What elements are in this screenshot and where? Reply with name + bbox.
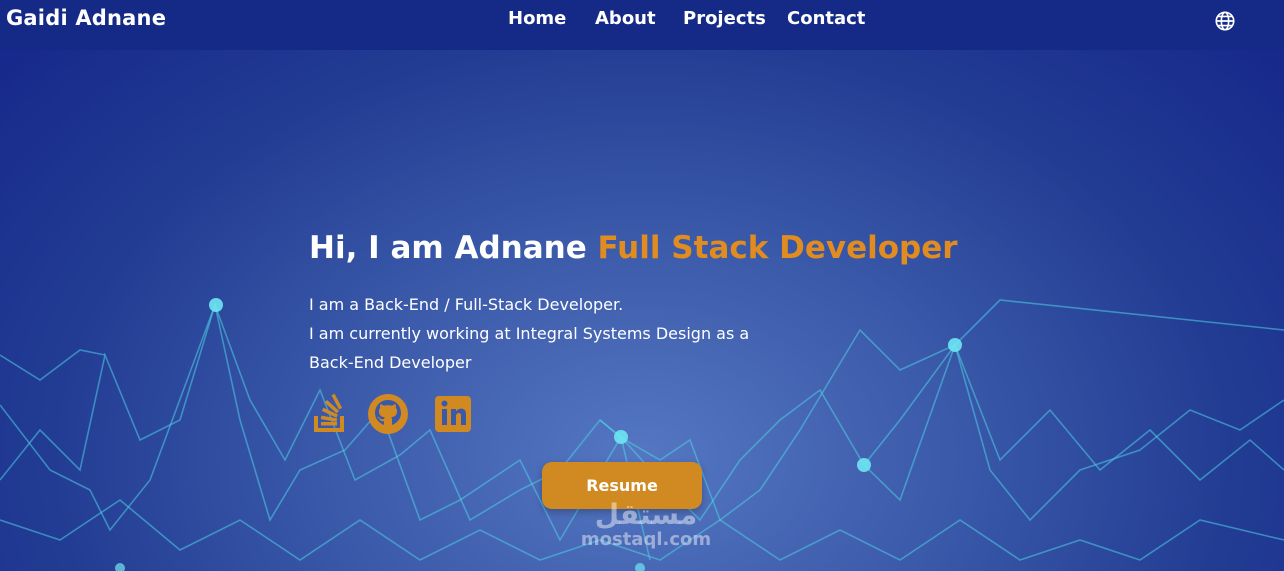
watermark-arabic: مستقل [594, 498, 698, 531]
nav-link-projects[interactable]: Projects [683, 8, 766, 29]
github-icon[interactable] [367, 392, 409, 436]
mostaql-watermark: مستقل mostaql.com [566, 500, 726, 550]
hero-line-1: I am a Back-End / Full-Stack Developer. [309, 295, 624, 314]
hero-description: I am a Back-End / Full-Stack Developer. … [309, 290, 749, 377]
navbar: Gaidi Adnane Home About Projects Contact [0, 0, 1284, 50]
hero-title: Hi, I am Adnane Full Stack Developer [309, 230, 958, 266]
globe-icon[interactable] [1214, 10, 1236, 32]
hero-line-3: Back-End Developer [309, 353, 472, 372]
nav-link-about[interactable]: About [595, 8, 656, 29]
hero-line-2: I am currently working at Integral Syste… [309, 324, 750, 343]
linkedin-icon[interactable] [433, 392, 475, 436]
nav-link-home[interactable]: Home [508, 8, 566, 29]
hero-role: Full Stack Developer [597, 230, 958, 266]
watermark-latin: mostaql.com [580, 529, 712, 550]
nav-link-contact[interactable]: Contact [787, 8, 865, 29]
hero-greeting: Hi, I am Adnane [309, 230, 587, 266]
hero-section: Hi, I am Adnane Full Stack Developer [309, 230, 958, 266]
stackoverflow-icon[interactable] [309, 392, 351, 436]
brand-logo[interactable]: Gaidi Adnane [6, 6, 166, 30]
